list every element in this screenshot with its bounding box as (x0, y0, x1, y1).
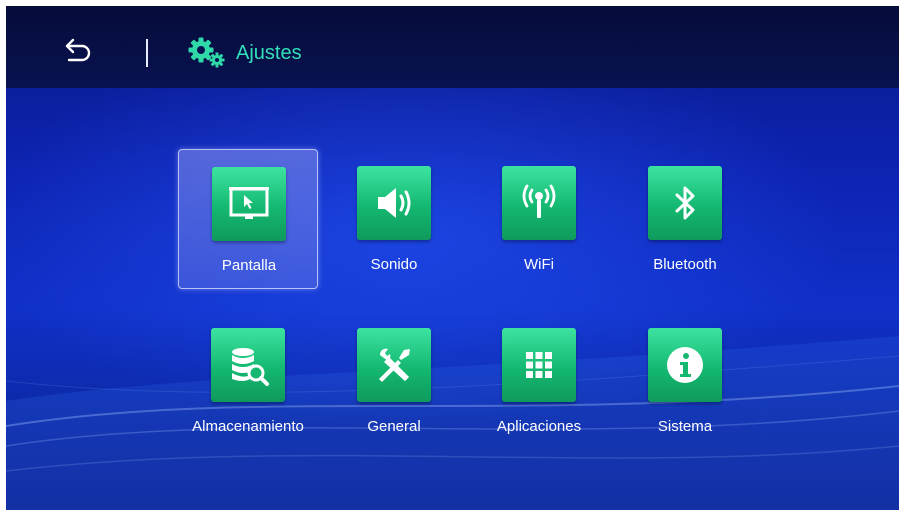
screen-display-icon (212, 167, 286, 241)
gears-icon (188, 37, 225, 68)
info-icon (648, 328, 722, 402)
menu-item-bluetooth[interactable]: Bluetooth (615, 149, 755, 289)
menu-item-general[interactable]: General (324, 311, 464, 451)
settings-screen: Ajustes Pantalla Sonido WiFi Bluetooth A… (6, 6, 899, 510)
storage-search-icon (211, 328, 285, 402)
menu-item-sistema[interactable]: Sistema (615, 311, 755, 451)
menu-item-label: Almacenamiento (192, 418, 304, 435)
menu-item-wifi[interactable]: WiFi (469, 149, 609, 289)
menu-item-label: Sistema (657, 418, 713, 435)
top-bar: Ajustes (6, 6, 899, 88)
wifi-antenna-icon (502, 166, 576, 240)
back-arrow-icon[interactable] (64, 36, 94, 64)
bluetooth-icon (648, 166, 722, 240)
tools-icon (357, 328, 431, 402)
menu-item-almacenamiento[interactable]: Almacenamiento (178, 311, 318, 451)
menu-item-label: Aplicaciones (496, 418, 582, 435)
speaker-icon (357, 166, 431, 240)
menu-item-label: Sonido (370, 256, 418, 273)
page-title: Ajustes (236, 42, 302, 64)
apps-grid-icon (502, 328, 576, 402)
menu-item-label: General (367, 418, 421, 435)
header-divider (146, 39, 148, 67)
menu-item-aplicaciones[interactable]: Aplicaciones (469, 311, 609, 451)
menu-item-label: Bluetooth (653, 256, 717, 273)
menu-item-pantalla[interactable]: Pantalla (178, 149, 318, 289)
menu-item-label: Pantalla (221, 257, 277, 274)
menu-item-label: WiFi (524, 256, 554, 273)
menu-item-sonido[interactable]: Sonido (324, 149, 464, 289)
